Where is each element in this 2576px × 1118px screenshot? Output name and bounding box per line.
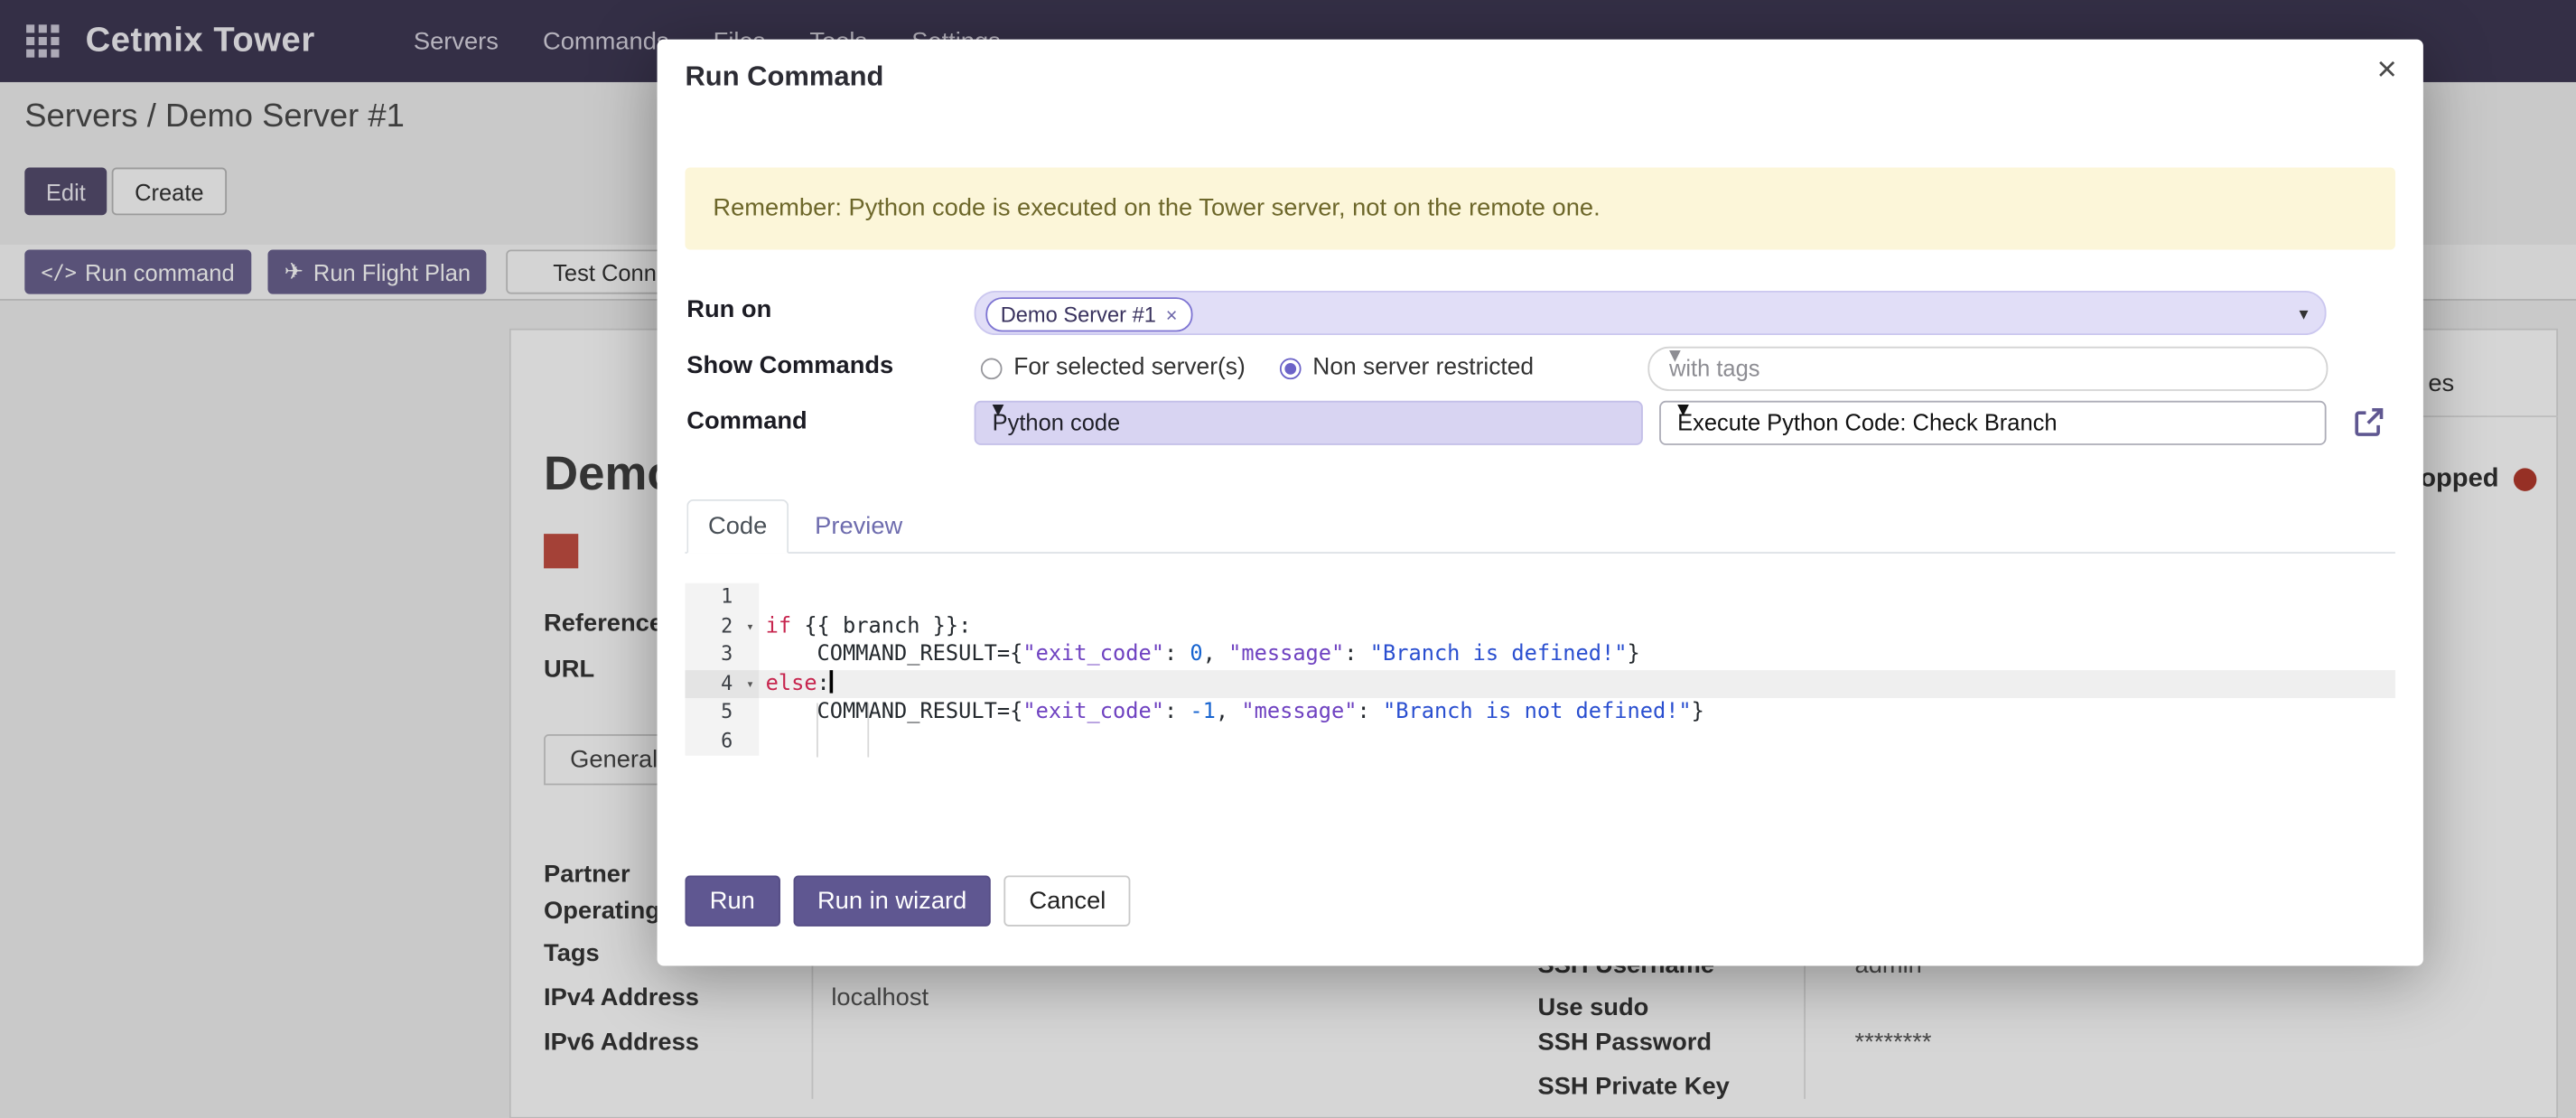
code-line-2[interactable]: if {{ branch }}: [759,612,2395,641]
code-editor[interactable]: 12▾34▾56 if {{ branch }}: COMMAND_RESULT… [685,583,2394,760]
chevron-down-icon: ▾ [2299,303,2308,324]
code-line-1[interactable] [759,583,2395,612]
server-chip-label: Demo Server #1 [1001,303,1156,327]
run-flight-plan-button[interactable]: ✈ Run Flight Plan [267,249,487,293]
use-sudo-label: Use sudo [1537,993,1648,1021]
chevron-down-icon: ▾ [1677,395,2308,423]
gutter-line-2[interactable]: 2▾ [685,612,759,641]
radio-non-server-restricted[interactable] [1280,359,1302,380]
tab-general-label: General [570,746,658,774]
run-button[interactable]: Run [685,875,779,926]
editor-code-area[interactable]: if {{ branch }}: COMMAND_RESULT={"exit_c… [759,583,2395,756]
run-command-button[interactable]: </> Run command [24,249,251,293]
modal-title: Run Command [685,61,883,93]
code-line-4[interactable]: else: [759,669,2395,698]
code-line-5[interactable]: COMMAND_RESULT={"exit_code": -1, "messag… [759,698,2395,727]
create-button[interactable]: Create [112,168,227,216]
breadcrumb[interactable]: Servers / Demo Server #1 [24,98,405,136]
fold-caret-icon[interactable]: ▾ [746,612,754,641]
run-flight-plan-label: Run Flight Plan [313,258,471,284]
nav-item-commands[interactable]: Commands [543,27,669,55]
with-tags-select[interactable]: with tags ▾ [1647,347,2328,391]
text-cursor [830,669,833,692]
gutter-line-4[interactable]: 4▾ [685,669,759,698]
modal-footer: Run Run in wizard Cancel [685,875,1130,926]
tags-label: Tags [544,939,600,967]
plane-icon: ✈ [285,258,303,286]
radio-non-server-restricted-label[interactable]: Non server restricted [1312,355,1534,381]
gutter-line-3: 3 [685,640,759,669]
chip-remove-icon[interactable]: × [1166,303,1178,326]
command-name-combo[interactable]: Execute Python Code: Check Branch ▾ [1659,401,2326,445]
partner-label: Partner [544,861,630,889]
ipv4-label: IPv4 Address [544,984,699,1012]
apps-menu-icon[interactable] [24,23,61,59]
warning-alert-text: Remember: Python code is executed on the… [713,168,1600,250]
ipv6-label: IPv6 Address [544,1029,699,1057]
tab-code[interactable]: Code [686,499,789,554]
code-line-3[interactable]: COMMAND_RESULT={"exit_code": 0, "message… [759,640,2395,669]
tab-preview[interactable]: Preview [815,512,902,540]
run-command-label: Run command [85,258,235,284]
run-on-multiselect[interactable]: Demo Server #1 × ▾ [975,291,2327,335]
ssh-private-key-label: SSH Private Key [1537,1073,1729,1101]
chevron-down-icon: ▾ [993,395,1625,423]
ssh-password-value: ******** [1855,1029,1932,1057]
radio-for-selected-servers-label[interactable]: For selected server(s) [1013,355,1245,381]
ssh-password-label: SSH Password [1537,1029,1712,1057]
indent-guide [867,703,869,757]
fold-caret-icon[interactable]: ▾ [746,669,754,698]
show-commands-radios: For selected server(s) Non server restri… [975,347,1648,391]
status-dot-icon [2514,468,2536,490]
server-chip[interactable]: Demo Server #1 × [985,297,1192,331]
edit-button[interactable]: Edit [24,168,107,216]
run-in-wizard-button[interactable]: Run in wizard [793,875,992,926]
show-commands-label: Show Commands [686,351,893,379]
gutter-line-6: 6 [685,727,759,756]
gutter-line-1: 1 [685,583,759,612]
command-label: Command [686,407,807,435]
tabs-divider [685,552,2394,554]
warning-alert: Remember: Python code is executed on the… [685,168,2394,250]
indent-guide [817,703,818,757]
run-on-label: Run on [686,295,771,323]
right-column-divider [1804,943,1806,1099]
radio-for-selected-servers[interactable] [981,359,1003,380]
reference-label: Reference [544,610,663,638]
url-label: URL [544,656,594,684]
corner-button-fragment[interactable]: es [2428,369,2454,397]
close-icon[interactable]: × [2376,52,2396,87]
operating-system-label: Operating [544,897,660,925]
command-type-select[interactable]: Python code ▾ [975,401,1643,445]
run-command-modal: Run Command × Remember: Python code is e… [658,40,2423,966]
nav-item-servers[interactable]: Servers [414,27,499,55]
brand[interactable]: Cetmix Tower [86,22,315,61]
ipv4-value: localhost [831,984,929,1012]
cancel-button[interactable]: Cancel [1004,875,1131,926]
code-line-6[interactable] [759,727,2395,756]
chevron-down-icon: ▾ [1669,340,2310,368]
editor-gutter: 12▾34▾56 [685,583,759,756]
code-tag-icon: </> [41,260,76,283]
screen: Cetmix Tower Servers Commands Files Tool… [0,0,2576,1118]
color-swatch[interactable] [544,534,578,568]
gutter-line-5: 5 [685,698,759,727]
external-link-icon[interactable] [2353,405,2385,438]
